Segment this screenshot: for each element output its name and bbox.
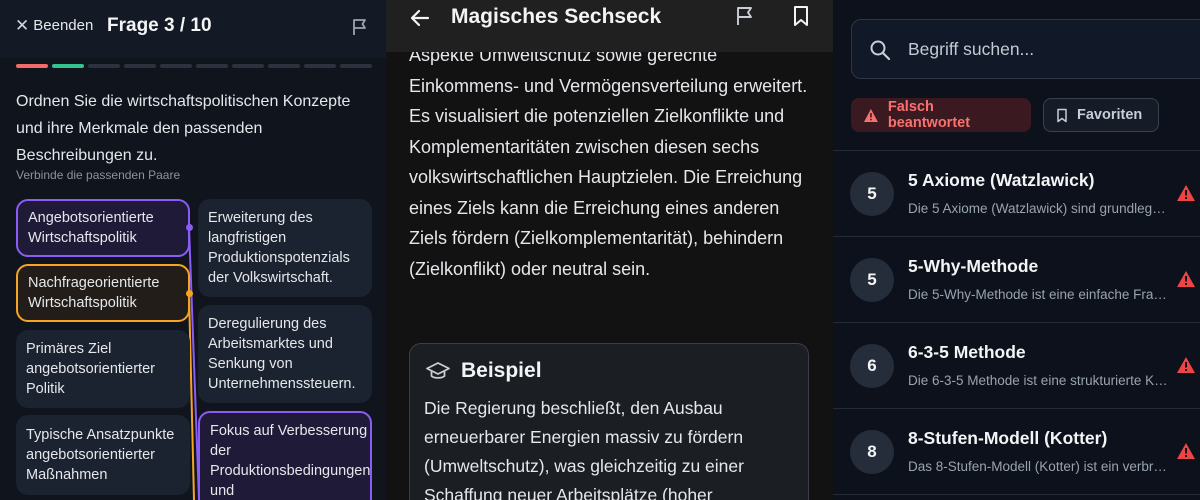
article-body: Aspekte Umweltschutz sowie gerechte Eink… <box>409 45 808 279</box>
match-left-item[interactable]: Typische Ansatzpunkte angebotsorientiert… <box>16 415 190 495</box>
glossary-item-title: 5 Axiome (Watzlawick) <box>908 170 1095 190</box>
glossary-item-description: Die 5-Why-Methode ist eine einfache Frag… <box>908 287 1168 302</box>
match-left-item[interactable]: Nachfrageorientierte Wirtschaftspolitik <box>16 264 190 322</box>
glossary-screen: Falsch beantwortet Favoriten 5 5 Axiome … <box>833 0 1200 500</box>
filter-favorites-label: Favoriten <box>1077 107 1143 123</box>
glossary-item[interactable]: 5 5-Why-Methode Die 5-Why-Methode ist ei… <box>833 237 1200 323</box>
filter-wrong-label: Falsch beantwortet <box>887 99 971 131</box>
search-bar[interactable] <box>851 19 1200 79</box>
search-icon <box>870 40 891 61</box>
match-right-label: Erweiterung des langfristigen Produktion… <box>208 210 350 286</box>
match-right-item[interactable]: Fokus auf Verbesserung der Produktionsbe… <box>198 411 372 500</box>
example-title: Beispiel <box>461 359 542 382</box>
glossary-item[interactable]: 5 5 Axiome (Watzlawick) Die 5 Axiome (Wa… <box>833 151 1200 237</box>
glossary-item-title: 6-3-5 Methode <box>908 342 1026 362</box>
letter-badge: 5 <box>850 258 894 302</box>
warning-icon <box>1177 443 1195 459</box>
match-left-item[interactable]: Primäres Ziel angebotsorientierter Polit… <box>16 330 190 408</box>
filter-wrong-answered[interactable]: Falsch beantwortet <box>851 98 1031 132</box>
article-title: Magisches Sechseck <box>451 5 662 28</box>
match-left-label: Nachfrageorientierte Wirtschaftspolitik <box>28 275 160 311</box>
match-left-item[interactable]: Angebotsorientierte Wirtschaftspolitik <box>16 199 190 257</box>
article-screen: Aspekte Umweltschutz sowie gerechte Eink… <box>386 0 833 500</box>
arrow-left-icon <box>410 9 430 27</box>
filter-favorites[interactable]: Favoriten <box>1043 98 1159 132</box>
warning-icon <box>863 108 878 122</box>
glossary-item-description: Die 5 Axiome (Watzlawick) sind grundlege… <box>908 201 1168 216</box>
bookmark-icon <box>1057 108 1067 122</box>
letter-badge: 8 <box>850 430 894 474</box>
warning-icon <box>1177 185 1195 201</box>
bookmark-icon[interactable] <box>791 5 811 27</box>
glossary-item[interactable]: 8 8-Stufen-Modell (Kotter) Das 8-Stufen-… <box>833 409 1200 495</box>
example-header: Beispiel <box>425 359 542 383</box>
glossary-item-title: 5-Why-Methode <box>908 256 1039 276</box>
match-right-label: Fokus auf Verbesserung der Produktionsbe… <box>210 423 371 499</box>
letter-badge: 5 <box>850 172 894 216</box>
glossary-item-description: Die 6-3-5 Methode ist eine strukturierte… <box>908 373 1168 388</box>
match-right-label: Deregulierung des Arbeitsmarktes und Sen… <box>208 316 356 392</box>
glossary-item-description: Das 8-Stufen-Modell (Kotter) ist ein ver… <box>908 459 1168 474</box>
glossary-item[interactable]: 6 6-3-5 Methode Die 6-3-5 Methode ist ei… <box>833 323 1200 409</box>
match-left-label: Typische Ansatzpunkte angebotsorientiert… <box>26 427 175 483</box>
article-header: Magisches Sechseck <box>386 0 833 52</box>
warning-icon <box>1177 357 1195 373</box>
connection-dot <box>186 290 193 297</box>
letter-badge: 6 <box>850 344 894 388</box>
warning-icon <box>1177 271 1195 287</box>
graduation-cap-icon <box>426 362 450 379</box>
example-box: Beispiel Die Regierung beschließt, den A… <box>409 343 809 500</box>
back-button[interactable] <box>408 6 432 37</box>
search-input[interactable] <box>908 34 1188 64</box>
connection-dot <box>186 224 193 231</box>
quiz-screen: ✕ Beenden Frage 3 / 10 Ordnen Sie die wi… <box>0 0 386 500</box>
match-right-item[interactable]: Erweiterung des langfristigen Produktion… <box>198 199 372 297</box>
flag-icon[interactable] <box>734 5 756 27</box>
match-left-label: Primäres Ziel angebotsorientierter Polit… <box>26 341 155 397</box>
glossary-item-title: 8-Stufen-Modell (Kotter) <box>908 428 1108 448</box>
match-left-label: Angebotsorientierte Wirtschaftspolitik <box>28 210 154 246</box>
match-right-item[interactable]: Deregulierung des Arbeitsmarktes und Sen… <box>198 305 372 403</box>
example-text: Die Regierung beschließt, den Ausbau ern… <box>424 398 744 500</box>
